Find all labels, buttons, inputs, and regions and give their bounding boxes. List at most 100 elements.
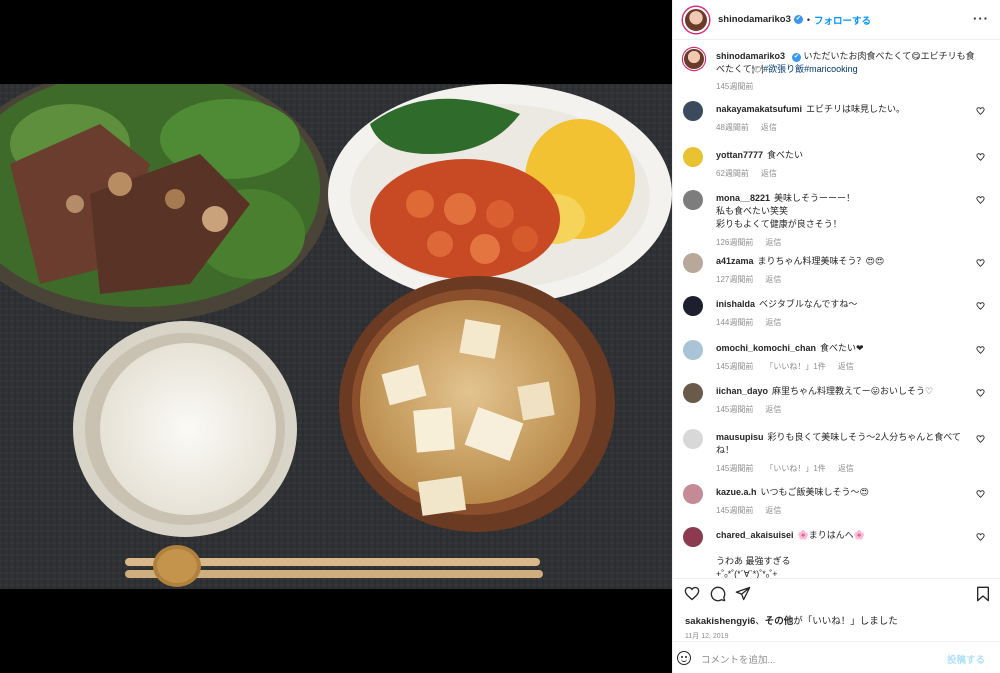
comment-text: 食べたい❤ (820, 343, 864, 353)
comment-time: 144週間前 (716, 318, 754, 327)
post-date[interactable]: 11月 12, 2019 (685, 631, 728, 641)
action-icons (683, 586, 993, 604)
comment-meta: 145週間前 返信 (716, 403, 968, 416)
comment-text: ベジタブルなんですね〜 (759, 299, 858, 309)
commenter-username[interactable]: kazue.a.h (716, 487, 757, 497)
comment-heart-icon[interactable] (976, 346, 985, 356)
share-icon[interactable] (735, 586, 751, 601)
header-separator: • (806, 14, 811, 25)
photo-pane (0, 0, 672, 673)
comment-heart-icon[interactable] (976, 302, 985, 312)
liked-suffix: が「いいね！」しました (793, 616, 898, 627)
caption-time: 145週間前 (716, 82, 754, 91)
follow-button[interactable]: フォローする (814, 13, 871, 27)
commenter-avatar[interactable] (683, 484, 703, 504)
post-actions: sakakishengyi6、その他が「いいね！」しました 11月 12, 20… (673, 578, 1000, 673)
reply-button[interactable]: 返信 (765, 506, 781, 515)
reply-button[interactable]: 返信 (761, 123, 777, 132)
comment-body: mona__8221 美味しそうーーー！ 私も食べたい笑笑 彩りもよくて健康が良さ… (716, 192, 968, 249)
caption-avatar[interactable] (683, 48, 705, 70)
comment-text: 食べたい (767, 150, 804, 160)
commenter-avatar[interactable] (683, 101, 703, 121)
comment-heart-icon[interactable] (976, 196, 985, 206)
verified-icon: ✔ (792, 53, 802, 62)
comment-likes[interactable]: 「いいね！」1件 (765, 362, 825, 371)
comment-time: 145週間前 (716, 506, 754, 515)
more-icon[interactable]: ··· (973, 11, 989, 26)
reply-button[interactable]: 返信 (765, 238, 781, 247)
commenter-username[interactable]: mona__8221 (716, 193, 770, 203)
emoji-icon[interactable] (677, 651, 691, 665)
likes-summary: sakakishengyi6、その他が「いいね！」しました (685, 613, 898, 627)
comments-list[interactable]: shinodamariko3 ✔ いただいたお肉食べたくて😋エビチリも食べたくて🍽… (673, 41, 1000, 578)
comment-heart-icon[interactable] (976, 490, 985, 500)
comment-text: まりちゃん料理美味そう？😍😍 (757, 256, 885, 266)
post-photo[interactable] (0, 84, 672, 589)
comment-meta: 145週間前 「いいね！」1件 返信 (716, 360, 968, 373)
comment-icon[interactable] (710, 586, 726, 602)
commenter-avatar[interactable] (683, 527, 703, 547)
comment-input[interactable]: コメントを追加... (701, 652, 775, 666)
commenter-username[interactable]: chared_akaisuisei (716, 530, 794, 540)
comment-time: 126週間前 (716, 238, 754, 247)
comment-meta: 126週間前 返信 (716, 236, 968, 249)
comment-meta: 127週間前 返信 (716, 273, 968, 286)
author-username[interactable]: shinodamariko3 (718, 14, 791, 25)
post-header: shinodamariko3 ✔ • フォローする ··· (673, 0, 1000, 40)
reply-button[interactable]: 返信 (838, 464, 854, 473)
comment-body: mausupisu 彩りも良くて美味しそう〜2人分ちゃんと食べてね！ 145週間前「… (716, 431, 968, 475)
comment-text: 麻里ちゃん料理教えてー😛おいしそう♡ (772, 386, 934, 396)
commenter-avatar[interactable] (683, 296, 703, 316)
comment-heart-icon[interactable] (976, 389, 985, 399)
comment-heart-icon[interactable] (976, 107, 985, 117)
add-comment-bar: コメントを追加... 投稿する (673, 641, 1000, 673)
comment-heart-icon[interactable] (976, 533, 985, 543)
comment-body: a41zama まりちゃん料理美味そう？😍😍 127週間前 返信 (716, 255, 968, 286)
commenter-username[interactable]: inishalda (716, 299, 755, 309)
commenter-username[interactable]: omochi_komochi_chan (716, 343, 816, 353)
commenter-avatar[interactable] (683, 383, 703, 403)
comment-time: 48週間前 (716, 123, 749, 132)
commenter-username[interactable]: yottan7777 (716, 150, 763, 160)
reply-button[interactable]: 返信 (761, 169, 777, 178)
comment-likes[interactable]: 「いいね！」1件 (765, 464, 825, 473)
liked-others[interactable]: その他 (765, 616, 794, 627)
bookmark-icon[interactable] (976, 586, 990, 602)
comment-text: エビチリは味見したい。 (806, 104, 906, 114)
commenter-avatar[interactable] (683, 340, 703, 360)
commenter-username[interactable]: mausupisu (716, 432, 764, 442)
comment-time: 145週間前 (716, 464, 754, 473)
reply-button[interactable]: 返信 (838, 362, 854, 371)
commenter-username[interactable]: a41zama (716, 256, 754, 266)
commenter-avatar[interactable] (683, 429, 703, 449)
caption-hashtags[interactable]: #欲張り飯#maricooking (763, 64, 858, 74)
comment-body: omochi_komochi_chan 食べたい❤ 145週間前 「いいね！」1件 返信 (716, 342, 968, 373)
caption-meta: 145週間前 (716, 80, 978, 93)
reply-button[interactable]: 返信 (765, 275, 781, 284)
liked-by-username[interactable]: sakakishengyi6 (685, 616, 755, 627)
commenter-avatar[interactable] (683, 147, 703, 167)
reply-button[interactable]: 返信 (765, 405, 781, 414)
caption-username[interactable]: shinodamariko3 (716, 51, 785, 61)
liked-by-spacer: 、 (755, 616, 765, 627)
heart-icon[interactable] (684, 586, 700, 601)
comment-text: いつもご飯美味しそう〜😍 (760, 487, 869, 497)
reply-button[interactable]: 返信 (765, 318, 781, 327)
author-avatar[interactable] (683, 6, 709, 33)
comment-body: inishalda ベジタブルなんですね〜 144週間前 返信 (716, 298, 968, 329)
comment-heart-icon[interactable] (976, 435, 985, 445)
post-dialog: shinodamariko3 ✔ • フォローする ··· shinodamar… (0, 0, 1000, 673)
comment-heart-icon[interactable] (976, 259, 985, 269)
commenter-avatar[interactable] (683, 190, 703, 210)
caption-body: shinodamariko3 ✔ いただいたお肉食べたくて😋エビチリも食べたくて🍽… (716, 50, 978, 93)
post-comment-button[interactable]: 投稿する (947, 652, 985, 666)
commenter-username[interactable]: iichan_dayo (716, 386, 768, 396)
commenter-username[interactable]: nakayamakatsufumi (716, 104, 802, 114)
comment-time: 62週間前 (716, 169, 749, 178)
verified-icon: ✔ (793, 15, 803, 24)
comment-time: 127週間前 (716, 275, 754, 284)
comment-heart-icon[interactable] (976, 153, 985, 163)
commenter-avatar[interactable] (683, 253, 703, 273)
comment-meta: 144週間前 返信 (716, 316, 968, 329)
comment-meta: 48週間前 返信 (716, 121, 968, 134)
